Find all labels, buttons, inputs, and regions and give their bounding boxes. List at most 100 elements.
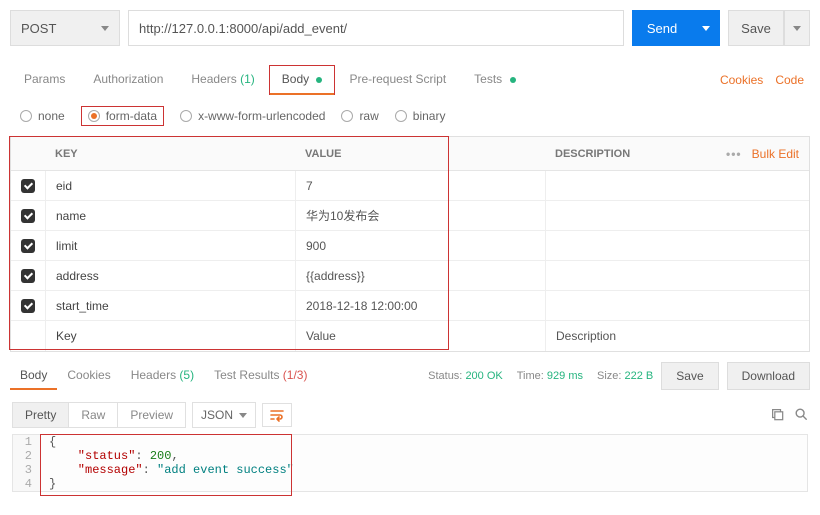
resp-tab-tests-label: Test Results <box>214 368 279 382</box>
tab-prerequest[interactable]: Pre-request Script <box>335 64 460 96</box>
row-checkbox[interactable] <box>21 239 35 253</box>
response-save-button[interactable]: Save <box>661 362 718 390</box>
body-type-none-label: none <box>38 109 65 123</box>
tab-body[interactable]: Body <box>269 65 336 95</box>
body-type-form-data[interactable]: form-data <box>81 106 164 126</box>
status-value: 200 OK <box>465 370 502 382</box>
code-number: 200 <box>150 449 172 463</box>
tab-headers[interactable]: Headers (1) <box>177 64 268 96</box>
send-dropdown[interactable] <box>692 10 720 46</box>
row-desc[interactable] <box>545 231 809 260</box>
url-input[interactable] <box>128 10 624 46</box>
cookies-link[interactable]: Cookies <box>714 65 769 95</box>
resp-tab-body[interactable]: Body <box>10 362 57 390</box>
row-desc[interactable] <box>545 171 809 200</box>
request-tabs: Params Authorization Headers (1) Body Pr… <box>0 54 820 96</box>
tab-authorization[interactable]: Authorization <box>79 64 177 96</box>
tab-tests[interactable]: Tests <box>460 64 529 96</box>
row-desc[interactable] <box>545 201 809 230</box>
chevron-down-icon <box>702 26 710 31</box>
formdata-table: KEY VALUE DESCRIPTION ••• Bulk Edit eid … <box>10 136 810 352</box>
resp-tab-headers-label: Headers <box>131 368 176 382</box>
row-value[interactable]: {{address}} <box>295 261 545 290</box>
response-body[interactable]: 1{ 2 "status": 200, 3 "message": "add ev… <box>12 434 808 492</box>
tab-params[interactable]: Params <box>10 64 79 96</box>
resp-tab-headers[interactable]: Headers (5) <box>121 362 204 390</box>
chevron-down-icon <box>793 26 801 31</box>
row-desc[interactable] <box>545 261 809 290</box>
send-button[interactable]: Send <box>632 10 692 46</box>
body-type-urlencoded[interactable]: x-www-form-urlencoded <box>180 109 325 123</box>
table-row: eid 7 <box>11 171 809 201</box>
bulk-edit-link[interactable]: Bulk Edit <box>752 147 799 161</box>
lang-select[interactable]: JSON <box>192 402 256 428</box>
row-key[interactable]: address <box>45 261 295 290</box>
status-label: Status: <box>428 370 462 382</box>
chevron-down-icon <box>101 26 109 31</box>
table-row: name 华为10发布会 <box>11 201 809 231</box>
row-value[interactable]: 华为10发布会 <box>295 201 545 230</box>
lang-label: JSON <box>201 408 233 422</box>
search-icon[interactable] <box>794 407 808 424</box>
wrap-icon <box>269 407 285 423</box>
row-value[interactable]: 7 <box>295 171 545 200</box>
size-label: Size: <box>597 370 621 382</box>
copy-icon[interactable] <box>770 407 784 424</box>
tab-tests-label: Tests <box>474 72 502 86</box>
resp-tab-tests[interactable]: Test Results (1/3) <box>204 362 317 390</box>
row-checkbox[interactable] <box>21 179 35 193</box>
code-brace: } <box>49 477 56 491</box>
body-type-raw[interactable]: raw <box>341 109 378 123</box>
changed-dot-icon <box>316 77 322 83</box>
resp-tab-tests-count: (1/3) <box>283 368 308 382</box>
response-download-button[interactable]: Download <box>727 362 810 390</box>
row-key[interactable]: name <box>45 201 295 230</box>
row-key[interactable]: eid <box>45 171 295 200</box>
view-preview[interactable]: Preview <box>118 403 185 427</box>
body-type-none[interactable]: none <box>20 109 65 123</box>
tab-body-label: Body <box>282 72 309 86</box>
body-type-urlencoded-label: x-www-form-urlencoded <box>198 109 325 123</box>
code-string: "add event success" <box>157 463 294 477</box>
col-desc-header: DESCRIPTION <box>545 148 689 160</box>
code-brace: { <box>49 435 56 449</box>
code-key: "message" <box>49 463 143 477</box>
chevron-down-icon <box>239 413 247 418</box>
row-checkbox[interactable] <box>21 209 35 223</box>
response-tabs: Body Cookies Headers (5) Test Results (1… <box>10 362 317 390</box>
body-type-binary-label: binary <box>413 109 446 123</box>
row-value-placeholder[interactable]: Value <box>295 321 545 351</box>
body-type-raw-label: raw <box>359 109 378 123</box>
tab-headers-label: Headers <box>191 72 236 86</box>
save-dropdown[interactable] <box>784 10 810 46</box>
row-key-placeholder[interactable]: Key <box>45 321 295 351</box>
row-key[interactable]: start_time <box>45 291 295 320</box>
row-checkbox[interactable] <box>21 269 35 283</box>
http-method-select[interactable]: POST <box>10 10 120 46</box>
wrap-toggle[interactable] <box>262 403 292 427</box>
view-raw[interactable]: Raw <box>69 403 118 427</box>
body-type-binary[interactable]: binary <box>395 109 446 123</box>
row-key[interactable]: limit <box>45 231 295 260</box>
view-pretty[interactable]: Pretty <box>13 403 69 427</box>
code-link[interactable]: Code <box>769 65 810 95</box>
row-desc-placeholder[interactable]: Description <box>545 321 809 351</box>
table-row-new: Key Value Description <box>11 321 809 351</box>
code-key: "status" <box>49 449 135 463</box>
row-desc[interactable] <box>545 291 809 320</box>
row-value[interactable]: 900 <box>295 231 545 260</box>
http-method-label: POST <box>21 21 56 36</box>
body-type-form-data-label: form-data <box>106 109 157 123</box>
resp-tab-cookies[interactable]: Cookies <box>57 362 120 390</box>
col-value-header: VALUE <box>295 148 545 160</box>
body-type-radios: none form-data x-www-form-urlencoded raw… <box>0 96 820 136</box>
row-value[interactable]: 2018-12-18 12:00:00 <box>295 291 545 320</box>
more-icon[interactable]: ••• <box>726 147 742 161</box>
table-row: address {{address}} <box>11 261 809 291</box>
time-label: Time: <box>517 370 544 382</box>
size-value: 222 B <box>625 370 654 382</box>
table-row: limit 900 <box>11 231 809 261</box>
changed-dot-icon <box>510 77 516 83</box>
save-button[interactable]: Save <box>728 10 784 46</box>
row-checkbox[interactable] <box>21 299 35 313</box>
